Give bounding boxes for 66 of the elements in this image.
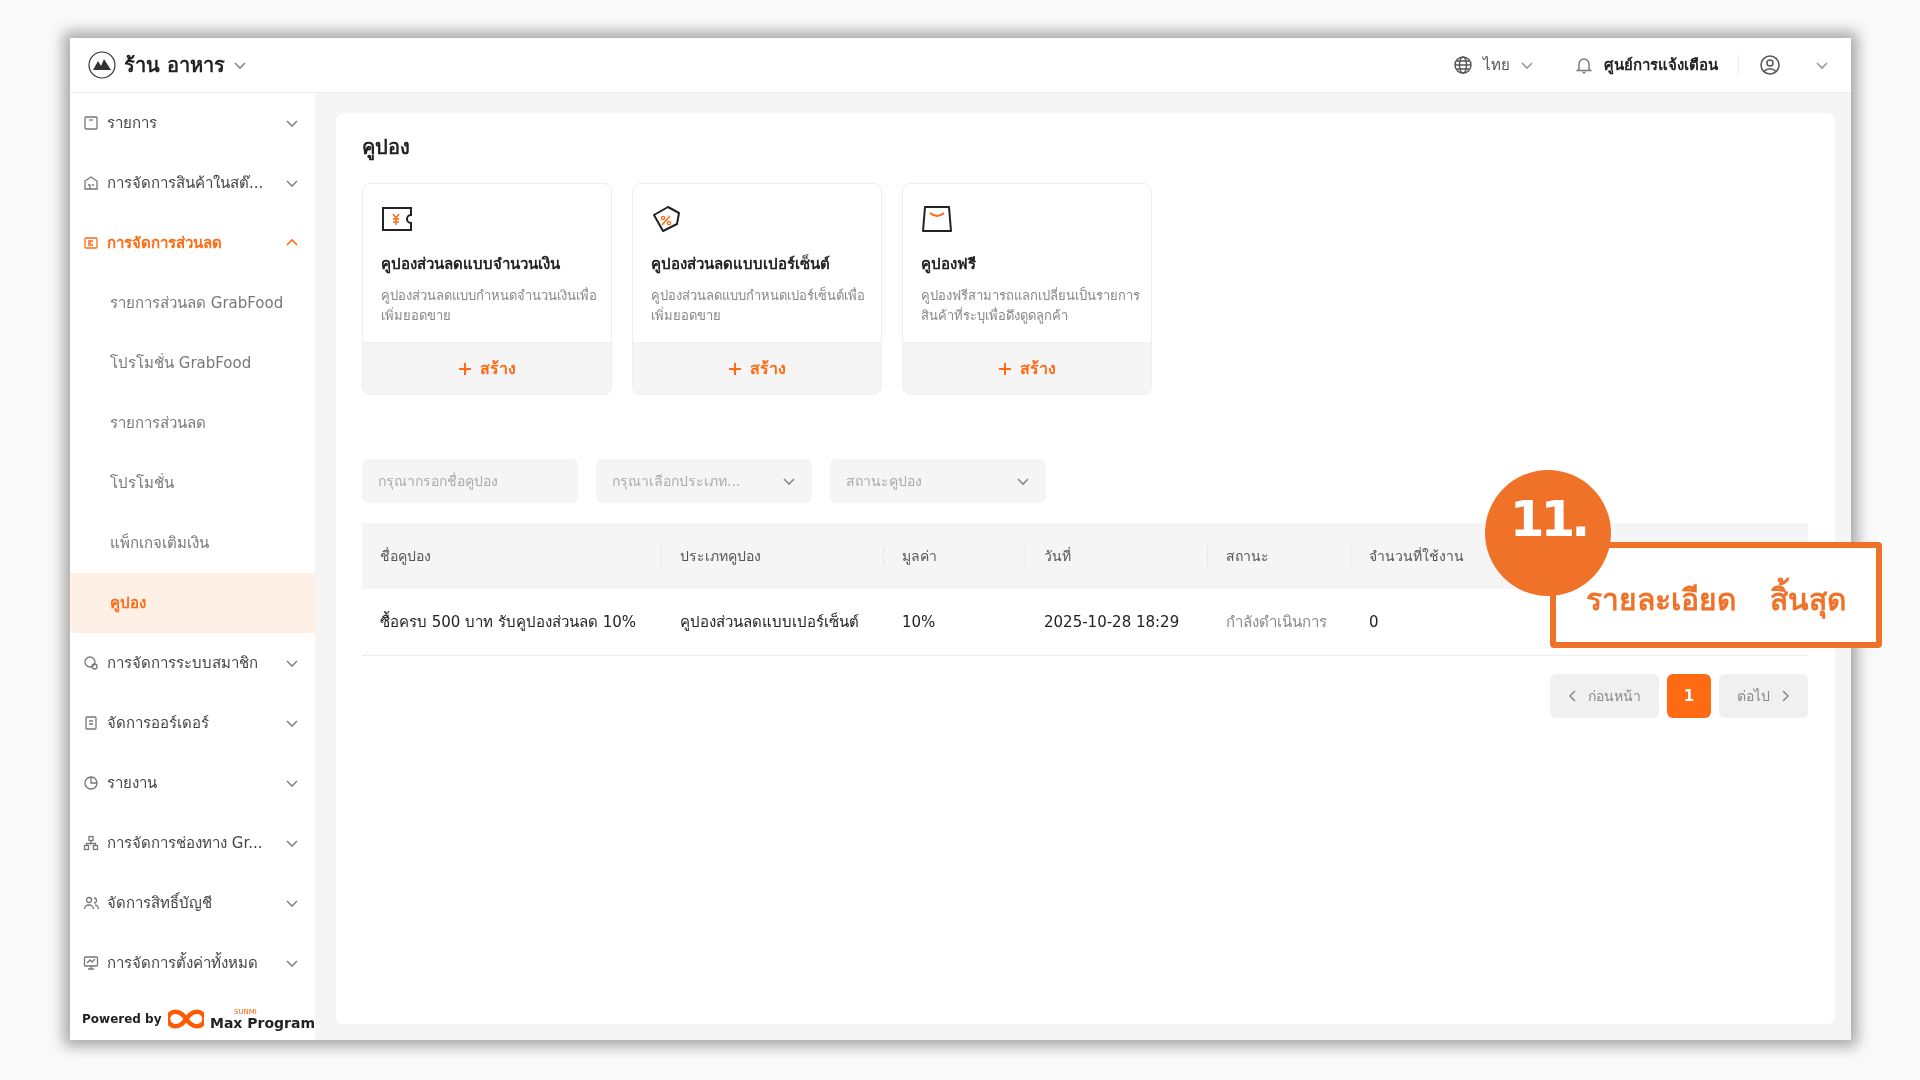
table-cell-text: กำลังดำเนินการ [1225, 612, 1328, 633]
bag-icon [921, 204, 953, 234]
page-button[interactable]: 1 [1667, 674, 1711, 718]
sidebar-item[interactable]: การจัดการส่วนลด [70, 213, 315, 273]
table-cell-text: ซื้อครบ 500 บาท รับคูปองส่วนลด 10% [379, 610, 638, 633]
sidebar-item[interactable]: รายงาน [70, 753, 315, 813]
monitor-icon [83, 955, 99, 971]
sidebar-subitem[interactable]: โปรโมชั่น GrabFood [70, 333, 315, 393]
table-cell-text: คูปองส่วนลดแบบเปอร์เซ็นต์ [679, 611, 860, 633]
card-title: คูปองส่วนลดแบบจำนวนเงิน [381, 254, 561, 276]
store-name[interactable]: ร้าน อาหาร [124, 49, 225, 81]
coupon-name-field[interactable]: กรุณากรอกชื่อคูปอง [362, 459, 578, 503]
globe-icon[interactable] [1453, 55, 1473, 75]
percent-tag-icon [651, 204, 683, 234]
users-icon [83, 895, 99, 911]
table-cell-text: 0 [1368, 613, 1380, 631]
table-cell-text: 10% [901, 613, 937, 631]
bell-icon[interactable] [1574, 55, 1594, 75]
clipboard-icon [83, 715, 99, 731]
sidebar-item[interactable]: การจัดการตั้งค่าทั้งหมด [70, 933, 315, 993]
notification-center-link[interactable]: ศูนย์การแจ้งเตือน [1604, 53, 1718, 77]
sidebar-item[interactable]: การจัดการช่องทาง Gr... [70, 813, 315, 873]
sidebar-item[interactable]: จัดการสิทธิ์บัญชี [70, 873, 315, 933]
column-header: ประเภทคูปอง [662, 545, 884, 567]
plus-icon [458, 361, 472, 376]
network-icon [83, 835, 99, 851]
create-button[interactable]: สร้าง [903, 342, 1151, 394]
column-header: สถานะ [1208, 545, 1351, 567]
plus-icon [998, 361, 1012, 376]
card-title: คูปองฟรี [921, 254, 977, 276]
user-avatar-icon[interactable] [1759, 54, 1781, 76]
ticket-icon [83, 235, 99, 251]
sidebar-subitem[interactable]: รายการส่วนลด [70, 393, 315, 453]
sidebar-item[interactable]: รายการ [70, 93, 315, 153]
plus-icon [728, 361, 742, 376]
column-header: วันที่ [1026, 545, 1208, 567]
yen-ticket-icon [381, 204, 413, 234]
sidebar-item[interactable]: การจัดการสินค้าในสต๊... [70, 153, 315, 213]
sidebar-subitem[interactable]: แพ็กเกจเติมเงิน [70, 513, 315, 573]
infinity-logo-icon [167, 1008, 204, 1030]
pie-icon [83, 775, 99, 791]
sidebar-subitem[interactable]: คูปอง [70, 573, 315, 633]
sidebar-item[interactable]: จัดการออร์เดอร์ [70, 693, 315, 753]
sidebar-item[interactable]: การจัดการระบบสมาชิก [70, 633, 315, 693]
callout-text: สิ้นสุด [1770, 575, 1846, 623]
sidebar-subitem[interactable]: รายการส่วนลด GrabFood [70, 273, 315, 333]
members-icon [83, 655, 99, 671]
sidebar-subitem[interactable]: โปรโมชั่น [70, 453, 315, 513]
store-icon [83, 175, 99, 191]
column-header: ชื่อคูปอง [362, 545, 662, 567]
page-title: คูปอง [362, 134, 411, 163]
chevron-right-icon [1780, 690, 1790, 702]
box-icon [83, 115, 99, 131]
card-description: คูปองส่วนลดแบบกำหนดเปอร์เซ็นต์เพื่อเพิ่มยอดขาย [651, 286, 866, 325]
create-button[interactable]: สร้าง [633, 342, 881, 394]
chevron-left-icon [1568, 690, 1578, 702]
card-description: คูปองฟรีสามารถแลกเปลี่ยนเป็นรายการสินค้าที่ระบุเพื่อดึงดูดลูกค้า [921, 286, 1141, 325]
column-header: มูลค่า [884, 545, 1026, 567]
powered-by-label: Powered by [82, 1012, 162, 1026]
create-button[interactable]: สร้าง [363, 342, 611, 394]
brand-name: Max Program [209, 1015, 315, 1030]
card-description: คูปองส่วนลดแบบกำหนดจำนวนเงินเพื่อเพิ่มยอดขาย [381, 286, 598, 325]
card-title: คูปองส่วนลดแบบเปอร์เซ็นต์ [651, 253, 831, 276]
language-selector[interactable]: ไทย [1483, 53, 1510, 77]
table-cell-text: 2025-10-28 18:29 [1043, 613, 1181, 631]
store-logo-icon [88, 51, 116, 79]
